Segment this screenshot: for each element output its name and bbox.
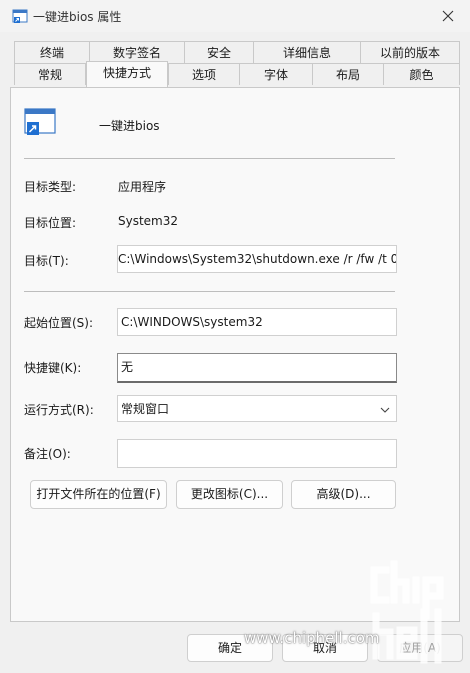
start-in-label: 起始位置(S): bbox=[24, 316, 94, 330]
run-select-value: 常规窗口 bbox=[121, 402, 170, 416]
hotkey-input[interactable]: 无 bbox=[117, 353, 397, 383]
advanced-button[interactable]: 高级(D)... bbox=[291, 480, 396, 509]
close-button[interactable] bbox=[426, 0, 470, 32]
target-type-value: 应用程序 bbox=[118, 180, 167, 194]
run-select[interactable]: 常规窗口 bbox=[117, 395, 397, 422]
separator bbox=[24, 291, 395, 292]
tab-details[interactable]: 详细信息 bbox=[253, 41, 361, 63]
target-input[interactable]: C:\Windows\System32\shutdown.exe /r /fw … bbox=[117, 245, 397, 273]
target-label: 目标(T): bbox=[24, 254, 69, 268]
tab-options[interactable]: 选项 bbox=[168, 63, 240, 85]
run-label: 运行方式(R): bbox=[24, 403, 94, 417]
watermark-text: www.chiphell.com bbox=[244, 629, 380, 647]
tab-terminal[interactable]: 终端 bbox=[14, 41, 90, 63]
tab-digital-signatures[interactable]: 数字签名 bbox=[89, 41, 185, 63]
tab-security[interactable]: 安全 bbox=[184, 41, 254, 63]
start-in-input[interactable]: C:\WINDOWS\system32 bbox=[117, 308, 397, 336]
close-icon bbox=[442, 10, 454, 22]
chevron-down-icon bbox=[380, 407, 390, 413]
target-location-label: 目标位置: bbox=[24, 216, 77, 230]
hotkey-label: 快捷键(K): bbox=[24, 361, 82, 375]
watermark-logo bbox=[368, 560, 460, 668]
shortcut-large-icon bbox=[24, 108, 56, 135]
title-bar: 一键进bios 属性 bbox=[0, 0, 470, 32]
open-file-location-button[interactable]: 打开文件所在的位置(F) bbox=[30, 480, 167, 509]
window-title: 一键进bios 属性 bbox=[33, 10, 122, 24]
target-location-value: System32 bbox=[118, 214, 179, 228]
change-icon-button[interactable]: 更改图标(C)... bbox=[176, 480, 283, 509]
tab-previous-versions[interactable]: 以前的版本 bbox=[360, 41, 460, 63]
tab-layout[interactable]: 布局 bbox=[312, 63, 384, 85]
separator bbox=[24, 158, 395, 159]
target-type-label: 目标类型: bbox=[24, 180, 77, 194]
chiphell-logo-icon bbox=[370, 560, 444, 664]
comment-label: 备注(O): bbox=[24, 447, 71, 461]
tab-strip: 终端 数字签名 安全 详细信息 以前的版本 常规 快捷方式 选项 字体 布局 颜… bbox=[10, 41, 460, 87]
shortcut-name: 一键进bios bbox=[99, 119, 160, 133]
tab-general[interactable]: 常规 bbox=[14, 63, 86, 85]
comment-input[interactable] bbox=[117, 439, 397, 468]
tab-font[interactable]: 字体 bbox=[239, 63, 313, 85]
shortcut-app-icon bbox=[12, 9, 28, 23]
tab-shortcut[interactable]: 快捷方式 bbox=[86, 61, 168, 87]
tab-colors[interactable]: 颜色 bbox=[383, 63, 460, 85]
